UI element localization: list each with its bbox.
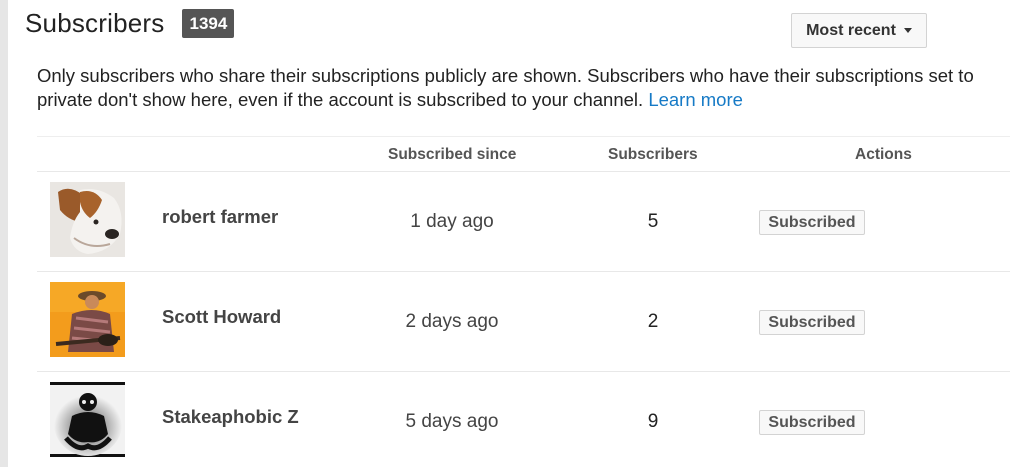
avatar[interactable] <box>50 282 125 357</box>
subscribed-since: 5 days ago <box>405 411 499 432</box>
privacy-notice-text: Only subscribers who share their subscri… <box>37 65 974 110</box>
subscribers-page: Subscribers 1394 Most recent Only subscr… <box>8 0 1010 467</box>
guitarist-avatar-image <box>50 282 125 357</box>
table-row: Stakeaphobic Z 5 days ago 9 Subscribed <box>37 372 1010 467</box>
table-header: Subscribed since Subscribers Actions <box>37 136 1010 172</box>
column-header-since: Subscribed since <box>388 146 517 163</box>
silhouette-avatar-image <box>50 382 125 457</box>
subscriber-count: 9 <box>647 411 659 432</box>
subscriber-count: 5 <box>647 211 659 232</box>
subscriber-count: 2 <box>647 311 659 332</box>
subscribed-since: 2 days ago <box>405 311 499 332</box>
subscribers-table: Subscribed since Subscribers Actions rob… <box>37 136 1010 467</box>
column-header-actions: Actions <box>855 146 912 163</box>
subscribed-button[interactable]: Subscribed <box>759 310 865 335</box>
sort-dropdown-label: Most recent <box>806 21 896 39</box>
subscriber-name[interactable]: Stakeaphobic Z <box>162 406 299 428</box>
subscribed-since: 1 day ago <box>410 211 494 232</box>
avatar[interactable] <box>50 382 125 457</box>
learn-more-link[interactable]: Learn more <box>648 89 743 110</box>
subscriber-name[interactable]: robert farmer <box>162 206 278 228</box>
subscriber-name[interactable]: Scott Howard <box>162 306 281 328</box>
dog-avatar-image <box>50 182 125 257</box>
subscribed-button[interactable]: Subscribed <box>759 410 865 435</box>
table-row: robert farmer 1 day ago 5 Subscribed <box>37 172 1010 272</box>
subscriber-count-badge: 1394 <box>182 8 235 38</box>
sort-dropdown[interactable]: Most recent <box>791 13 927 48</box>
caret-down-icon <box>903 28 912 33</box>
privacy-notice: Only subscribers who share their subscri… <box>37 64 1010 112</box>
left-border <box>0 0 8 467</box>
table-row: Scott Howard 2 days ago 2 Subscribed <box>37 272 1010 372</box>
subscribed-button[interactable]: Subscribed <box>759 210 865 235</box>
page-title: Subscribers <box>25 7 165 38</box>
avatar[interactable] <box>50 182 125 257</box>
header: Subscribers 1394 <box>25 6 235 40</box>
column-header-subscribers: Subscribers <box>608 146 698 163</box>
